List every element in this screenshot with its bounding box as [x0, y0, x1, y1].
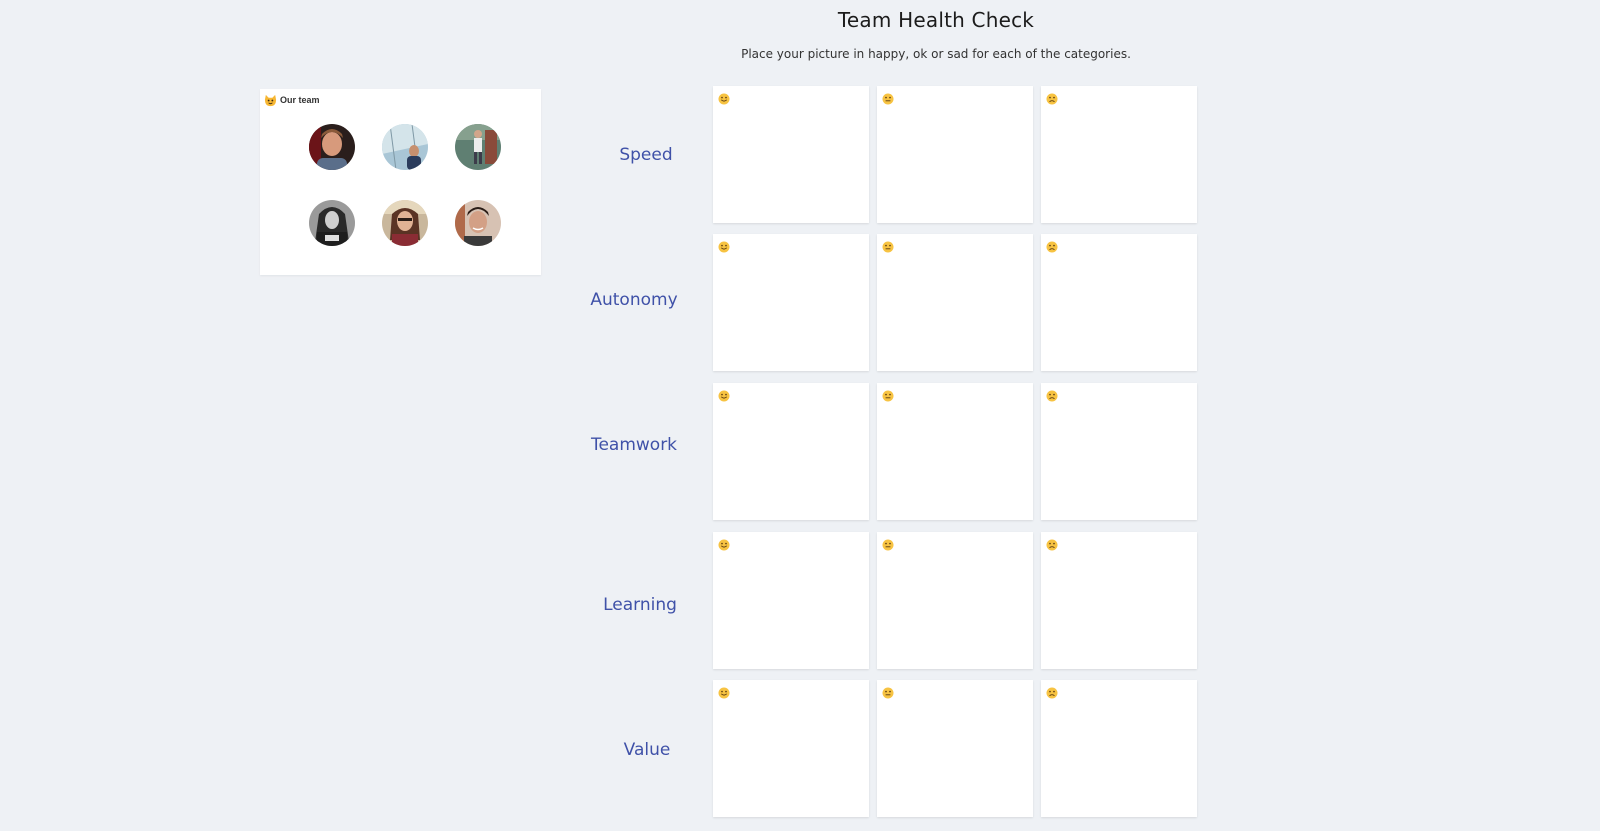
page-subtitle: Place your picture in happy, ok or sad f… [741, 47, 1131, 61]
neutral-face-icon [882, 90, 894, 105]
cell-learning-sad[interactable] [1041, 532, 1197, 669]
category-label-speed: Speed [619, 145, 673, 165]
category-label-learning: Learning [603, 595, 677, 615]
cell-teamwork-sad[interactable] [1041, 383, 1197, 520]
cell-value-happy[interactable] [713, 680, 869, 817]
cell-autonomy-happy[interactable] [713, 234, 869, 371]
avatar-member-6[interactable] [455, 200, 501, 246]
happy-face-icon [718, 387, 730, 402]
happy-face-icon [718, 684, 730, 699]
cell-speed-sad[interactable] [1041, 86, 1197, 223]
neutral-face-icon [882, 387, 894, 402]
cell-speed-ok[interactable] [877, 86, 1033, 223]
category-label-autonomy: Autonomy [590, 290, 678, 310]
cell-speed-happy[interactable] [713, 86, 869, 223]
cell-value-ok[interactable] [877, 680, 1033, 817]
team-card[interactable]: Our team [260, 89, 541, 275]
cell-autonomy-ok[interactable] [877, 234, 1033, 371]
cell-teamwork-happy[interactable] [713, 383, 869, 520]
sad-face-icon [1046, 684, 1058, 699]
team-card-header: Our team [263, 93, 320, 107]
category-label-teamwork: Teamwork [590, 435, 678, 455]
sad-face-icon [1046, 536, 1058, 551]
cell-value-sad[interactable] [1041, 680, 1197, 817]
avatar-member-5[interactable] [382, 200, 428, 246]
cell-teamwork-ok[interactable] [877, 383, 1033, 520]
sad-face-icon [1046, 387, 1058, 402]
avatar-member-2[interactable] [382, 124, 428, 170]
happy-face-icon [718, 238, 730, 253]
page-title: Team Health Check [837, 8, 1035, 32]
neutral-face-icon [882, 238, 894, 253]
cell-learning-ok[interactable] [877, 532, 1033, 669]
sad-face-icon [1046, 238, 1058, 253]
neutral-face-icon [882, 684, 894, 699]
cat-emoji-icon [263, 93, 277, 107]
cell-autonomy-sad[interactable] [1041, 234, 1197, 371]
avatar-member-1[interactable] [309, 124, 355, 170]
cell-learning-happy[interactable] [713, 532, 869, 669]
happy-face-icon [718, 90, 730, 105]
avatar-member-3[interactable] [455, 124, 501, 170]
neutral-face-icon [882, 536, 894, 551]
category-label-value: Value [623, 740, 671, 760]
sad-face-icon [1046, 90, 1058, 105]
happy-face-icon [718, 536, 730, 551]
avatar-member-4[interactable] [309, 200, 355, 246]
team-card-title: Our team [280, 95, 320, 105]
